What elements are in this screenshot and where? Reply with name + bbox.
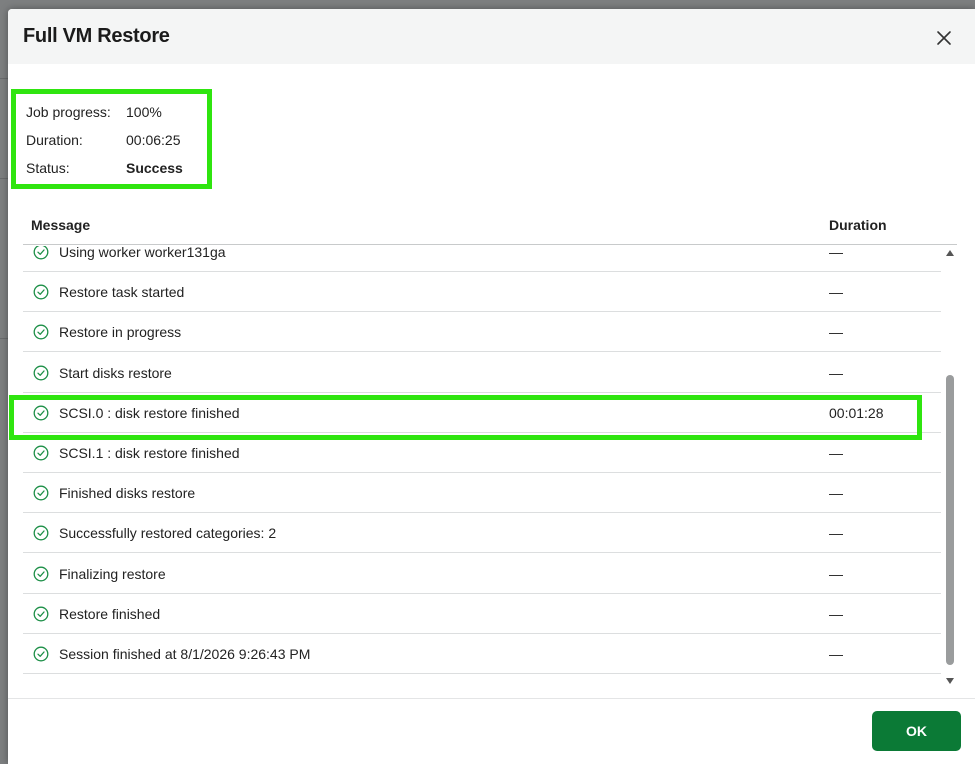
scroll-thumb[interactable] xyxy=(946,375,954,665)
table-row[interactable]: Start disks restore — xyxy=(23,353,941,393)
row-message: Finalizing restore xyxy=(59,565,166,582)
dialog-header: Full VM Restore xyxy=(8,9,975,64)
success-check-icon xyxy=(33,566,49,582)
table-row[interactable]: Using worker worker131ga — xyxy=(23,246,941,272)
row-message: Finished disks restore xyxy=(59,485,196,502)
row-message: SCSI.1 : disk restore finished xyxy=(59,445,240,461)
job-progress-value: 100% xyxy=(126,104,162,120)
vertical-scrollbar[interactable] xyxy=(943,246,957,688)
table-header: Message Duration xyxy=(23,215,957,245)
footer-divider xyxy=(8,698,975,699)
full-vm-restore-dialog: Full VM Restore Job progress: 100% Durat… xyxy=(8,9,975,764)
column-header-duration[interactable]: Duration xyxy=(829,217,887,233)
success-check-icon xyxy=(33,284,49,300)
dialog-title: Full VM Restore xyxy=(23,25,170,47)
success-check-icon xyxy=(33,445,49,461)
row-duration: 00:01:28 xyxy=(829,404,884,421)
row-message: SCSI.0 : disk restore finished xyxy=(59,404,240,421)
table-row[interactable]: Restore task started — xyxy=(23,272,941,313)
success-check-icon xyxy=(33,485,49,501)
table-row[interactable]: Session finished at 8/1/2026 9:26:43 PM — xyxy=(23,634,941,674)
success-check-icon xyxy=(33,324,49,340)
ok-button[interactable]: OK xyxy=(872,711,961,751)
status-label: Status: xyxy=(26,160,70,176)
table-row[interactable]: Finalizing restore — xyxy=(23,554,941,594)
table-row[interactable]: Restore in progress — xyxy=(23,312,941,353)
row-duration: — xyxy=(829,525,843,542)
row-message: Restore finished xyxy=(59,605,161,622)
close-button[interactable] xyxy=(932,26,956,50)
scroll-up-arrow[interactable] xyxy=(946,250,954,256)
table-row[interactable]: SCSI.1 : disk restore finished — xyxy=(23,433,941,473)
success-check-icon xyxy=(33,405,49,421)
scroll-down-arrow[interactable] xyxy=(946,678,954,684)
table-row[interactable]: SCSI.0 : disk restore finished 00:01:28 xyxy=(23,393,941,433)
duration-label: Duration: xyxy=(26,132,83,148)
table-row[interactable]: Finished disks restore — xyxy=(23,473,941,514)
row-duration: — xyxy=(829,485,843,502)
row-message: Restore task started xyxy=(59,284,185,301)
row-duration: — xyxy=(829,324,843,341)
row-duration: — xyxy=(829,246,843,260)
table-row[interactable]: Restore finished — xyxy=(23,594,941,634)
row-message: Using worker worker131ga xyxy=(59,246,226,260)
success-check-icon xyxy=(33,365,49,381)
row-duration: — xyxy=(829,364,843,381)
table-row[interactable]: Successfully restored categories: 2 — xyxy=(23,513,941,554)
job-progress-label: Job progress: xyxy=(26,104,111,120)
column-header-message[interactable]: Message xyxy=(31,217,90,233)
row-message: Successfully restored categories: 2 xyxy=(59,525,277,542)
row-duration: — xyxy=(829,646,843,662)
duration-value: 00:06:25 xyxy=(126,132,181,148)
row-duration: — xyxy=(829,565,843,582)
row-duration: — xyxy=(829,445,843,461)
status-value: Success xyxy=(126,160,183,176)
row-message: Start disks restore xyxy=(59,364,172,381)
row-duration: — xyxy=(829,284,843,301)
success-check-icon xyxy=(33,525,49,541)
success-check-icon xyxy=(33,606,49,622)
row-message: Session finished at 8/1/2026 9:26:43 PM xyxy=(59,646,311,662)
row-duration: — xyxy=(829,605,843,622)
job-summary: Job progress: 100% Duration: 00:06:25 St… xyxy=(11,89,212,189)
row-message: Restore in progress xyxy=(59,324,182,341)
success-check-icon xyxy=(33,246,49,260)
success-check-icon xyxy=(33,646,49,662)
close-icon xyxy=(937,31,951,45)
message-list: Using worker worker131ga — Restore task st… xyxy=(23,246,941,688)
